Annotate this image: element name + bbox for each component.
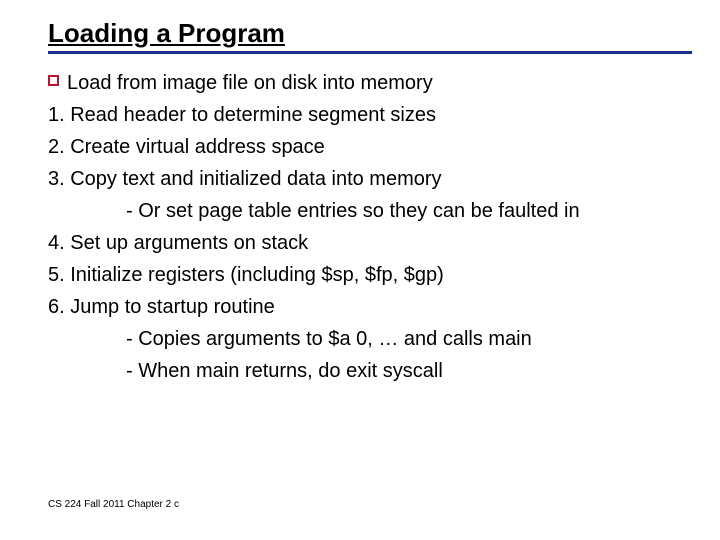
step-2: 2. Create virtual address space — [48, 132, 692, 162]
step-3: 3. Copy text and initialized data into m… — [48, 164, 692, 194]
lead-line: Load from image file on disk into memory — [48, 68, 692, 98]
step-4: 4. Set up arguments on stack — [48, 228, 692, 258]
step-3-sub: - Or set page table entries so they can … — [126, 196, 692, 226]
step-6-sub1: - Copies arguments to $a 0, … and calls … — [126, 324, 692, 354]
lead-text: Load from image file on disk into memory — [67, 68, 433, 98]
square-bullet-icon — [48, 75, 59, 86]
slide-content: Load from image file on disk into memory… — [48, 68, 692, 386]
slide-footer: CS 224 Fall 2011 Chapter 2 c — [48, 499, 179, 510]
step-6: 6. Jump to startup routine — [48, 292, 692, 322]
step-5: 5. Initialize registers (including $sp, … — [48, 260, 692, 290]
title-underline — [48, 51, 692, 54]
step-1: 1. Read header to determine segment size… — [48, 100, 692, 130]
step-6-sub2: - When main returns, do exit syscall — [126, 356, 692, 386]
slide-title: Loading a Program — [48, 18, 692, 49]
